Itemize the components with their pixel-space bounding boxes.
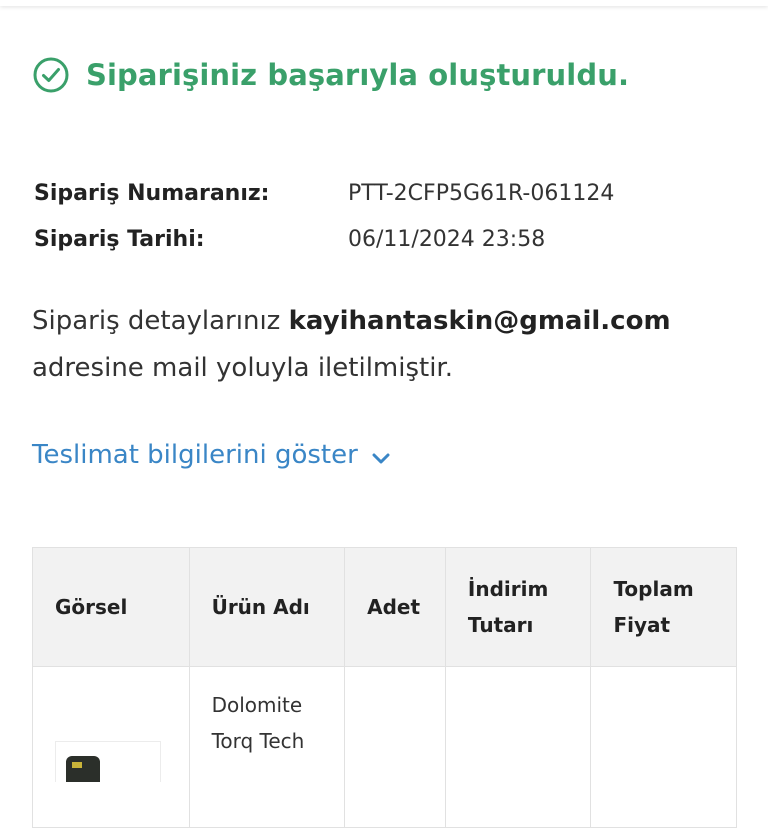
header-discount: İndirim Tutarı: [444, 547, 592, 667]
product-thumbnail[interactable]: [55, 741, 161, 782]
header-discount-line2: Tutarı: [467, 613, 534, 637]
mail-note: Sipariş detaylarınız kayihantaskin@gmail…: [32, 298, 742, 392]
header-total: Toplam Fiyat: [590, 547, 737, 667]
product-image-cell: [32, 666, 190, 828]
discount-cell: [444, 666, 592, 828]
mail-note-email: kayihantaskin@gmail.com: [288, 306, 671, 336]
delivery-toggle-label: Teslimat bilgilerini göster: [32, 440, 358, 470]
table-row: Dolomite Torq Tech: [32, 666, 737, 828]
order-number-value: PTT-2CFP5G61R-061124: [348, 180, 615, 206]
top-bar: [0, 0, 768, 6]
order-date-row: Sipariş Tarihi: 06/11/2024 23:58: [34, 216, 614, 262]
quantity-cell: [344, 666, 446, 828]
header-product-name: Ürün Adı: [188, 547, 346, 667]
header-total-line2: Fiyat: [613, 613, 671, 637]
show-delivery-info-link[interactable]: Teslimat bilgilerini göster: [32, 440, 392, 470]
order-date-value: 06/11/2024 23:58: [348, 226, 546, 252]
mail-note-suffix: adresine mail yoluyla iletilmiştir.: [32, 353, 454, 383]
order-number-row: Sipariş Numaranız: PTT-2CFP5G61R-061124: [34, 170, 614, 216]
success-banner: Siparişiniz başarıyla oluşturuldu.: [32, 56, 629, 94]
table-header-row: Görsel Ürün Adı Adet İndirim Tutarı Topl…: [32, 547, 737, 667]
mail-note-prefix: Sipariş detaylarınız: [32, 306, 289, 336]
check-circle-icon: [32, 56, 70, 94]
order-date-label: Sipariş Tarihi:: [34, 226, 205, 252]
success-message: Siparişiniz başarıyla oluşturuldu.: [86, 58, 630, 92]
header-total-line1: Toplam: [613, 577, 694, 601]
chevron-down-icon: [370, 446, 392, 468]
product-name-line1: Dolomite: [211, 693, 303, 717]
product-name-line2: Torq Tech: [211, 729, 305, 753]
header-quantity: Adet: [344, 547, 446, 667]
product-name-cell: Dolomite Torq Tech: [188, 666, 346, 828]
header-discount-line1: İndirim: [467, 577, 549, 601]
order-items-table: Görsel Ürün Adı Adet İndirim Tutarı Topl…: [32, 547, 737, 828]
total-cell: [590, 666, 737, 828]
product-image: [66, 756, 100, 782]
order-number-label: Sipariş Numaranız:: [34, 180, 270, 206]
order-info: Sipariş Numaranız: PTT-2CFP5G61R-061124 …: [34, 170, 614, 262]
header-image: Görsel: [32, 547, 190, 667]
